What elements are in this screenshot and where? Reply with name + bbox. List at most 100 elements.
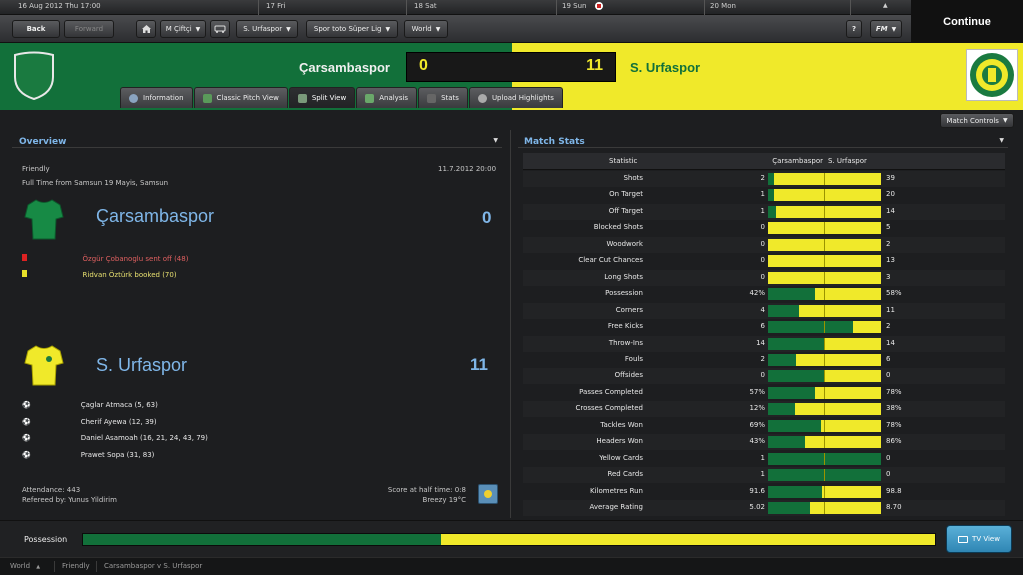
stat-away-value: 58% xyxy=(886,289,902,298)
stats-row: Woodwork 0 2 xyxy=(523,237,1005,253)
stat-label: Free Kicks xyxy=(607,322,643,331)
stat-bar xyxy=(768,222,881,235)
stat-home-value: 0 xyxy=(760,272,765,281)
stat-label: Possession xyxy=(605,289,643,298)
stat-away-value: 5 xyxy=(886,223,891,232)
stat-away-value: 0 xyxy=(886,371,891,380)
stat-bar-midline xyxy=(824,189,825,202)
fixture-badge-icon xyxy=(594,2,603,10)
weather: Breezy 19°C xyxy=(422,496,466,504)
stat-away-value: 39 xyxy=(886,174,895,182)
result-line: Full Time from Samsun 19 Mayis, Samsun xyxy=(22,179,169,187)
stat-bar xyxy=(768,271,881,284)
stats-row: Free Kicks 6 2 xyxy=(523,319,1005,335)
stat-label: Average Rating xyxy=(589,503,643,511)
stat-label: Yellow Cards xyxy=(599,453,643,462)
chevron-down-icon: ▼ xyxy=(195,25,201,33)
stat-bar-midline xyxy=(824,436,825,449)
date-scroll-up-icon[interactable]: ▲ xyxy=(883,2,888,9)
calendar-day-18[interactable]: 18 Sat xyxy=(414,2,437,10)
overview-menu-icon[interactable]: ▼ xyxy=(493,137,498,144)
stat-home-value: 1 xyxy=(760,190,765,199)
chevron-down-icon: ▼ xyxy=(286,25,291,33)
tab-analysis[interactable]: Analysis xyxy=(356,87,418,108)
calendar-day-19[interactable]: 19 Sun xyxy=(562,2,603,10)
home-team-name: Çarsambaspor xyxy=(298,60,390,75)
status-match[interactable]: Carsambaspor v S. Urfaspor xyxy=(104,562,202,570)
stat-home-value: 42% xyxy=(749,289,765,298)
stat-bar xyxy=(768,469,881,482)
match-stats-menu-icon[interactable]: ▼ xyxy=(999,137,1004,144)
calendar-day-17[interactable]: 17 Fri xyxy=(266,2,286,10)
home-event-row: Ridvan Öztürk booked (70) xyxy=(22,270,177,279)
tab-information[interactable]: Information xyxy=(120,87,193,108)
chevron-down-icon: ▼ xyxy=(891,25,897,33)
stat-away-value: 3 xyxy=(886,272,891,281)
stat-bar xyxy=(768,353,881,366)
tab-stats[interactable]: Stats xyxy=(418,87,468,108)
stat-away-value: 0 xyxy=(886,470,891,479)
status-bar: World ▲ Friendly Carsambaspor v S. Urfas… xyxy=(0,557,1023,575)
tv-view-button[interactable]: TV View xyxy=(946,525,1012,553)
stats-row: Clear Cut Chances 0 13 xyxy=(523,253,1005,269)
manager-menu[interactable]: M Çiftçi ▼ xyxy=(160,20,206,38)
fm-menu[interactable]: FM ▼ xyxy=(870,20,902,38)
stat-away-value: 78% xyxy=(886,387,902,396)
calendar-day-20[interactable]: 20 Mon xyxy=(710,2,736,10)
home-score: 0 xyxy=(419,57,428,74)
stats-row: Offsides 0 0 xyxy=(523,368,1005,384)
tab-upload-highlights[interactable]: Upload Highlights xyxy=(468,87,563,108)
stats-row: Tackles Won 69% 78% xyxy=(523,418,1005,434)
back-button[interactable]: Back xyxy=(12,20,60,38)
stat-away-value: 8.70 xyxy=(886,503,902,511)
team-menu[interactable]: S. Urfaspor ▼ xyxy=(236,20,298,38)
overview-home-name: Çarsambaspor xyxy=(96,206,215,226)
stat-bar xyxy=(768,288,881,301)
stat-bar xyxy=(768,502,881,514)
goal-row: ⚽ Çaglar Atmaca (5, 63) xyxy=(22,401,158,409)
help-button[interactable]: ? xyxy=(846,20,862,38)
stat-bar-midline xyxy=(824,222,825,235)
stat-bar-home-fill xyxy=(768,173,774,185)
stat-bar-midline xyxy=(824,452,825,465)
stat-home-value: 69% xyxy=(749,420,765,429)
stat-home-value: 2 xyxy=(760,174,765,182)
stat-away-value: 98.8 xyxy=(886,486,902,495)
continue-button[interactable]: Continue xyxy=(911,0,1023,43)
stats-row: Possession 42% 58% xyxy=(523,286,1005,302)
stat-bar-home-fill xyxy=(768,370,825,383)
stats-row: Average Rating 5.02 8.70 xyxy=(523,500,1005,516)
status-world[interactable]: World ▲ xyxy=(10,562,40,570)
stat-bar-home-fill xyxy=(768,288,815,301)
chevron-down-icon: ▼ xyxy=(435,25,441,33)
forward-button[interactable]: Forward xyxy=(64,20,114,38)
stat-label: On Target xyxy=(609,190,643,199)
status-friendly[interactable]: Friendly xyxy=(62,562,90,570)
stat-bar-home-fill xyxy=(768,304,799,317)
header-away: S. Urfaspor xyxy=(828,157,867,165)
tab-split-view[interactable]: Split View xyxy=(288,87,356,108)
stats-row: Corners 4 11 xyxy=(523,303,1005,319)
stat-bar-midline xyxy=(824,403,825,416)
tab-classic-pitch-view[interactable]: Classic Pitch View xyxy=(193,87,288,108)
match-controls-button[interactable]: Match Controls ▼ xyxy=(940,113,1014,128)
league-menu[interactable]: Spor toto Süper Lig ▼ xyxy=(306,20,398,38)
stats-row: On Target 1 20 xyxy=(523,187,1005,203)
stat-bar-midline xyxy=(824,255,825,268)
panel-divider[interactable] xyxy=(510,130,511,518)
away-team-name: S. Urfaspor xyxy=(630,60,701,75)
stat-home-value: 12% xyxy=(749,404,765,413)
event-text: Ridvan Öztürk booked (70) xyxy=(82,271,177,279)
stat-away-value: 2 xyxy=(886,239,891,248)
world-menu[interactable]: World ▼ xyxy=(404,20,448,38)
home-button[interactable] xyxy=(136,20,156,38)
stat-home-value: 1 xyxy=(760,206,765,215)
stat-label: Passes Completed xyxy=(579,387,643,396)
match-datetime: 11.7.2012 20:00 xyxy=(438,165,497,173)
stat-away-value: 14 xyxy=(886,206,895,215)
stat-bar-midline xyxy=(824,370,825,383)
stat-away-value: 2 xyxy=(886,322,891,331)
stat-bar-midline xyxy=(824,238,825,251)
chevron-up-icon: ▲ xyxy=(36,564,41,570)
team-bus-button[interactable] xyxy=(210,20,230,38)
